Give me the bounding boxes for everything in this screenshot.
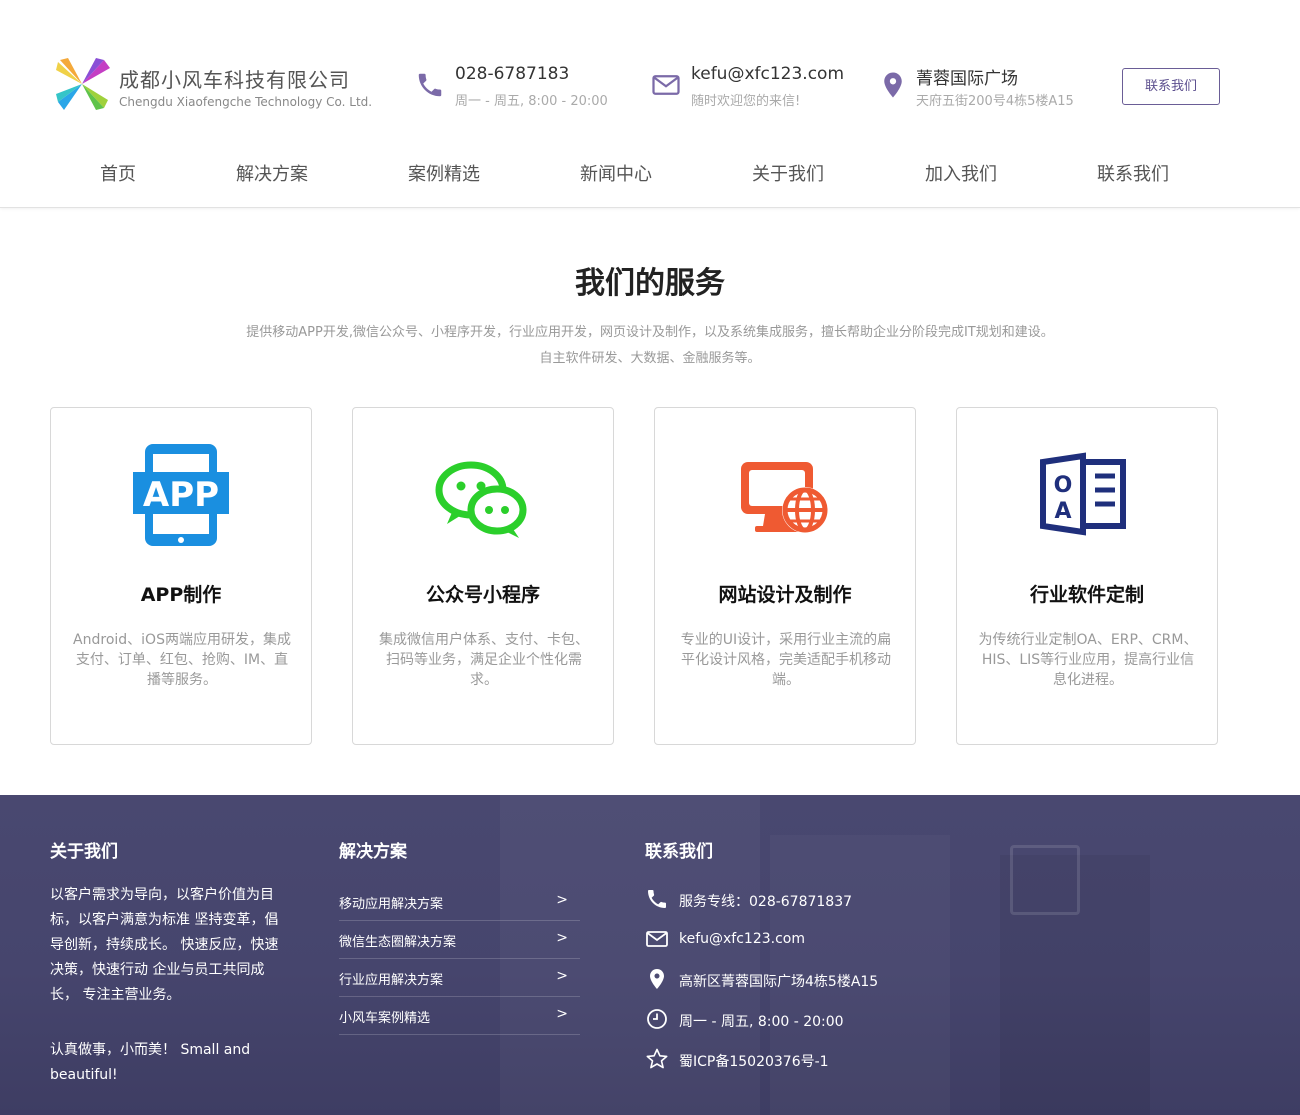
footer-motto: 认真做事，小而美！ Small and beautiful! — [50, 1042, 251, 1083]
mail-icon — [652, 75, 680, 95]
service-card-wechat[interactable]: 公众号小程序 集成微信用户体系、支付、卡包、扫码等业务，满足企业个性化需求。 — [352, 407, 614, 745]
footer-solution-label: 行业应用解决方案 — [339, 973, 444, 988]
footer-contact-item: kefu@xfc123.com — [645, 923, 1045, 963]
service-card-title: APP制作 — [140, 584, 222, 606]
mail-icon — [646, 931, 668, 947]
footer-about-title: 关于我们 — [50, 842, 118, 862]
footer-solution-label: 移动应用解决方案 — [339, 897, 444, 912]
chevron-right-icon: > — [556, 1006, 568, 1022]
nav-item-news[interactable]: 新闻中心 — [580, 160, 652, 186]
service-card-app[interactable]: APP APP制作 Android、iOS两端应用研发，集成支付、订单、红包、抢… — [50, 407, 312, 745]
nav-item-home[interactable]: 首页 — [100, 160, 136, 186]
email-address[interactable]: kefu@xfc123.com — [691, 64, 844, 84]
nav-item-about[interactable]: 关于我们 — [752, 160, 824, 186]
footer-contact-list: 服务专线：028-67871837 kefu@xfc123.com 高新区菁蓉国… — [645, 883, 1045, 1083]
svg-text:APP: APP — [143, 475, 219, 515]
footer-solution-link[interactable]: 移动应用解决方案 > — [339, 883, 580, 921]
phone-icon — [418, 73, 442, 97]
service-card-desc: 为传统行业定制OA、ERP、CRM、HIS、LIS等行业应用，提高行业信息化进程… — [978, 632, 1198, 688]
brand-name-en: Chengdu Xiaofengche Technology Co. Ltd. — [119, 95, 373, 109]
footer-solution-label: 微信生态圈解决方案 — [339, 935, 457, 950]
footer-contact-item: 高新区菁蓉国际广场4栋5楼A15 — [645, 963, 1045, 1003]
services-title: 我们的服务 — [575, 266, 725, 301]
footer-solutions-list: 移动应用解决方案 > 微信生态圈解决方案 > 行业应用解决方案 > 小风车案例精… — [339, 883, 580, 1035]
footer-contact-item: 蜀ICP备15020376号-1 — [645, 1043, 1045, 1083]
contact-us-button[interactable]: 联系我们 — [1122, 68, 1220, 105]
location-pin-icon — [650, 969, 664, 989]
nav-item-solutions[interactable]: 解决方案 — [236, 160, 308, 186]
services-description: 提供移动APP开发,微信公众号、小程序开发，行业应用开发，网页设计及制作，以及系… — [150, 320, 1150, 372]
footer-contact-text: 高新区菁蓉国际广场4栋5楼A15 — [679, 974, 879, 990]
service-card-title: 行业软件定制 — [1029, 584, 1144, 606]
service-card-desc: Android、iOS两端应用研发，集成支付、订单、红包、抢购、IM、直播等服务… — [73, 632, 291, 688]
address-detail: 天府五街200号4栋5楼A15 — [916, 94, 1074, 109]
nav-item-contact[interactable]: 联系我们 — [1097, 160, 1169, 186]
footer-solution-link[interactable]: 行业应用解决方案 > — [339, 959, 580, 997]
location-pin-icon — [884, 72, 902, 98]
brand-name-cn: 成都小风车科技有限公司 — [119, 68, 350, 92]
phone-number: 028-6787183 — [455, 64, 570, 84]
service-card-title: 网站设计及制作 — [718, 584, 852, 606]
oa-document-icon: O A — [1040, 452, 1126, 536]
footer-about-text: 以客户需求为导向，以客户价值为目标，以客户满意为标准 坚持变革，倡导创新，持续成… — [50, 887, 279, 1003]
site-footer: 关于我们 以客户需求为导向，以客户价值为目标，以客户满意为标准 坚持变革，倡导创… — [0, 795, 1300, 1115]
service-card-website[interactable]: 网站设计及制作 专业的UI设计，采用行业主流的扁平化设计风格，完美适配手机移动端… — [654, 407, 916, 745]
footer-solution-link[interactable]: 微信生态圈解决方案 > — [339, 921, 580, 959]
footer-contact-title: 联系我们 — [645, 842, 713, 862]
svg-text:A: A — [1054, 499, 1071, 524]
footer-contact-text[interactable]: kefu@xfc123.com — [679, 931, 805, 947]
clock-icon — [647, 1009, 667, 1029]
service-card-desc: 集成微信用户体系、支付、卡包、扫码等业务，满足企业个性化需求。 — [379, 632, 589, 688]
footer-contact-text: 服务专线：028-67871837 — [679, 894, 853, 910]
footer-contact-text: 周一 - 周五, 8:00 - 20:00 — [679, 1014, 844, 1030]
svg-text:O: O — [1054, 473, 1073, 498]
footer-solutions-title: 解决方案 — [339, 842, 407, 862]
chevron-right-icon: > — [556, 968, 568, 984]
site-header: 成都小风车科技有限公司 Chengdu Xiaofengche Technolo… — [0, 0, 1300, 208]
email-note: 随时欢迎您的来信! — [691, 94, 801, 109]
address-main: 菁蓉国际广场 — [916, 69, 1018, 89]
pinwheel-logo-icon[interactable] — [52, 54, 112, 114]
service-card-title: 公众号小程序 — [425, 584, 540, 606]
service-card-desc: 专业的UI设计，采用行业主流的扁平化设计风格，完美适配手机移动端。 — [680, 632, 892, 688]
footer-contact-item: 服务专线：028-67871837 — [645, 883, 1045, 923]
monitor-globe-icon — [741, 462, 828, 533]
brand[interactable]: 成都小风车科技有限公司 Chengdu Xiaofengche Technolo… — [119, 64, 372, 109]
nav-item-join[interactable]: 加入我们 — [925, 160, 997, 186]
footer-solution-link[interactable]: 小风车案例精选 > — [339, 997, 580, 1035]
nav-item-cases[interactable]: 案例精选 — [408, 160, 480, 186]
footer-solution-label: 小风车案例精选 — [339, 1011, 431, 1026]
wechat-icon — [435, 461, 527, 538]
service-card-software[interactable]: O A 行业软件定制 为传统行业定制OA、ERP、CRM、HIS、LIS等行业应… — [956, 407, 1218, 745]
app-tablet-icon: APP — [133, 444, 229, 546]
footer-contact-item: 周一 - 周五, 8:00 - 20:00 — [645, 1003, 1045, 1043]
services-desc-line1: 提供移动APP开发,微信公众号、小程序开发，行业应用开发，网页设计及制作，以及系… — [246, 325, 1054, 340]
chevron-right-icon: > — [556, 930, 568, 946]
main-nav: 首页 解决方案 案例精选 新闻中心 关于我们 加入我们 联系我们 — [0, 160, 1300, 190]
phone-hours: 周一 - 周五, 8:00 - 20:00 — [455, 94, 608, 109]
services-desc-line2: 自主软件研发、大数据、金融服务等。 — [539, 351, 761, 366]
phone-icon — [648, 890, 666, 908]
chevron-right-icon: > — [556, 892, 568, 908]
footer-contact-text[interactable]: 蜀ICP备15020376号-1 — [679, 1051, 829, 1071]
star-icon — [646, 1048, 668, 1069]
